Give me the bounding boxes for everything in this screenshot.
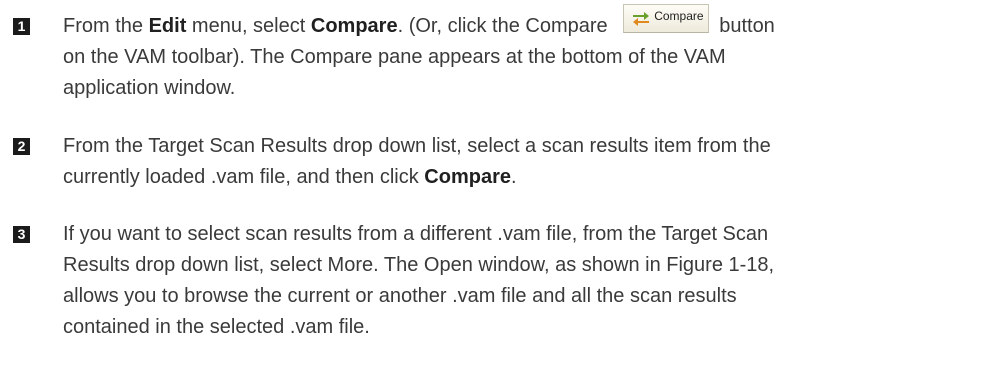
compare-button-label: Compare <box>654 9 704 23</box>
step-2-text: From the Target Scan Results drop down l… <box>63 131 993 193</box>
step-2-line-1: From the Target Scan Results drop down l… <box>63 135 771 157</box>
step-3-line-1: If you want to select scan results from … <box>63 223 769 245</box>
compare-arrows-icon <box>633 12 650 26</box>
step-1-line-3: application window. <box>63 77 236 99</box>
button-name-compare: Compare <box>424 166 511 188</box>
text-fragment: . <box>511 166 517 188</box>
step-number-badge: 1 <box>13 18 30 35</box>
text-fragment: menu, select <box>186 15 311 37</box>
text-fragment: button <box>719 15 775 37</box>
step-3-line-3: allows you to browse the current or anot… <box>63 285 737 307</box>
menu-item-compare: Compare <box>310 15 398 37</box>
step-number-badge: 3 <box>13 226 30 243</box>
text-fragment: From the <box>63 15 149 37</box>
step-1-text: From the Edit menu, select Compare. (Or,… <box>63 4 993 104</box>
step-number-badge: 2 <box>13 138 30 155</box>
step-2-line-2: currently loaded .vam file, and then cli… <box>63 162 993 193</box>
compare-toolbar-button[interactable]: Compare <box>623 4 710 33</box>
step-3-line-2: Results drop down list, select More. The… <box>63 254 775 276</box>
step-1-line-2: on the VAM toolbar). The Compare pane ap… <box>63 46 726 68</box>
text-fragment: currently loaded .vam file, and then cli… <box>63 166 425 188</box>
step-3-text: If you want to select scan results from … <box>63 219 993 343</box>
step-3-line-4: contained in the selected .vam file. <box>63 316 370 338</box>
menu-name-edit: Edit <box>148 15 187 37</box>
text-fragment: . (Or, click the Compare <box>397 15 614 37</box>
step-1-line-1: From the Edit menu, select Compare. (Or,… <box>63 4 993 42</box>
